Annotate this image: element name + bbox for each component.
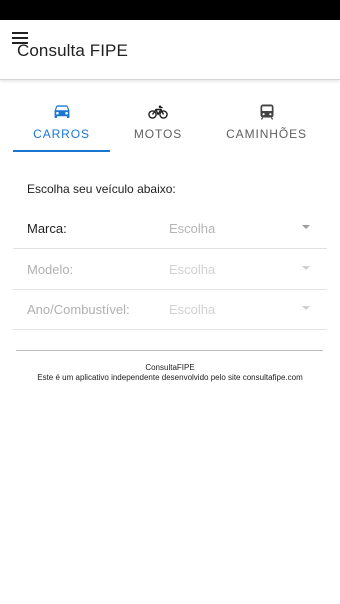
car-icon xyxy=(53,102,71,122)
page-title: Consulta FIPE xyxy=(17,41,128,60)
marca-select[interactable]: Marca: Escolha xyxy=(13,208,327,249)
form-heading: Escolha seu veículo abaixo: xyxy=(27,182,176,196)
dropdown-arrow-icon xyxy=(302,225,310,229)
marca-value: Escolha xyxy=(169,221,216,236)
ano-combustivel-select[interactable]: Ano/Combustível: Escolha xyxy=(13,289,327,330)
bicycle-icon xyxy=(148,102,168,122)
vehicle-tabs: CARROS MOTOS CAMINHÕES xyxy=(0,96,340,152)
footer-divider xyxy=(16,350,323,351)
modelo-label: Modelo: xyxy=(27,262,74,277)
tab-motos[interactable]: MOTOS xyxy=(110,96,206,152)
tab-caminhoes[interactable]: CAMINHÕES xyxy=(206,96,327,152)
status-bar xyxy=(0,0,340,20)
dropdown-arrow-icon xyxy=(302,266,310,270)
bus-icon xyxy=(259,102,275,122)
footer-description: Este é um aplicativo independente desenv… xyxy=(37,373,303,382)
modelo-select[interactable]: Modelo: Escolha xyxy=(13,249,327,290)
ano-combustivel-label: Ano/Combustível: xyxy=(27,302,130,317)
dropdown-arrow-icon xyxy=(302,306,310,310)
footer-app-name: ConsultaFIPE xyxy=(145,363,195,372)
ano-combustivel-value: Escolha xyxy=(169,302,216,317)
tab-carros[interactable]: CARROS xyxy=(13,96,110,152)
modelo-value: Escolha xyxy=(169,262,216,277)
active-tab-indicator xyxy=(13,150,110,152)
tab-motos-label: MOTOS xyxy=(133,127,183,141)
tab-caminhoes-label: CAMINHÕES xyxy=(226,127,307,141)
tab-carros-label: CARROS xyxy=(33,127,90,141)
marca-label: Marca: xyxy=(27,221,67,236)
